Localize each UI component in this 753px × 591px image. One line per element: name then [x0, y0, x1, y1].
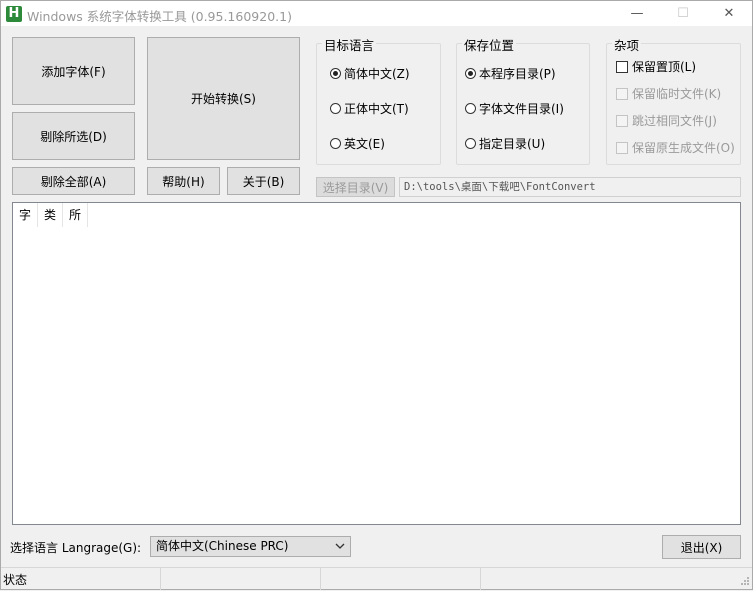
keep-on-top-checkbox[interactable]: 保留置顶(L) — [616, 58, 696, 75]
add-font-label: 添加字体(F) — [41, 64, 106, 79]
language-select-label: 选择语言 Langrage(G): — [10, 541, 142, 555]
directory-path-field: D:\tools\桌面\下载吧\FontConvert — [399, 177, 741, 197]
remove-selected-button[interactable]: 剔除所选(D) — [12, 112, 135, 160]
radio-label: 简体中文(Z) — [344, 67, 410, 81]
radio-label: 正体中文(T) — [344, 102, 409, 116]
help-label: 帮助(H) — [162, 174, 205, 189]
keep-temp-files-checkbox: 保留临时文件(K) — [616, 85, 721, 102]
radio-icon — [465, 138, 476, 149]
remove-selected-label: 剔除所选(D) — [40, 129, 107, 144]
window-title: Windows 系统字体转换工具 (0.95.160920.1) — [27, 9, 292, 24]
save-location-label: 保存位置 — [462, 35, 517, 54]
remove-all-button[interactable]: 剔除全部(A) — [12, 167, 135, 195]
radio-label: 指定目录(U) — [479, 137, 546, 151]
app-icon: H — [6, 6, 22, 22]
checkbox-label: 保留临时文件(K) — [632, 87, 722, 101]
minimize-icon[interactable]: — — [614, 1, 660, 27]
chevron-down-icon — [335, 537, 345, 556]
maximize-icon: ☐ — [677, 6, 689, 21]
font-list-view[interactable]: 字 类 所 — [12, 202, 741, 525]
radio-traditional-chinese[interactable]: 正体中文(T) — [330, 100, 409, 117]
remove-all-label: 剔除全部(A) — [40, 174, 107, 189]
target-language-label: 目标语言 — [322, 35, 377, 54]
about-label: 关于(B) — [242, 174, 285, 189]
title-bar[interactable]: H Windows 系统字体转换工具 (0.95.160920.1) — ☐ ✕ — [1, 1, 752, 26]
exit-label: 退出(X) — [680, 540, 723, 555]
checkbox-label: 跳过相同文件(J) — [632, 114, 717, 128]
radio-icon — [330, 103, 341, 114]
radio-simplified-chinese[interactable]: 简体中文(Z) — [330, 65, 410, 82]
skip-same-files-checkbox: 跳过相同文件(J) — [616, 112, 717, 129]
checkbox-label: 保留置顶(L) — [632, 60, 697, 74]
radio-icon — [330, 138, 341, 149]
help-button[interactable]: 帮助(H) — [147, 167, 220, 195]
checkbox-icon — [616, 60, 628, 73]
column-header[interactable]: 字 — [13, 203, 38, 227]
language-select[interactable]: 简体中文(Chinese PRC) — [150, 536, 351, 557]
checkbox-icon — [616, 114, 628, 127]
radio-label: 英文(E) — [344, 137, 385, 151]
start-convert-button[interactable]: 开始转换(S) — [147, 37, 300, 160]
column-header[interactable]: 类 — [38, 203, 63, 227]
choose-dir-label: 选择目录(V) — [322, 180, 389, 195]
add-font-button[interactable]: 添加字体(F) — [12, 37, 135, 105]
checkbox-icon — [616, 87, 628, 100]
status-cell — [161, 568, 321, 590]
status-cell — [321, 568, 481, 590]
radio-icon — [465, 103, 476, 114]
column-header[interactable]: 所 — [63, 203, 88, 227]
about-button[interactable]: 关于(B) — [227, 167, 300, 195]
radio-program-dir[interactable]: 本程序目录(P) — [465, 65, 556, 82]
resize-grip-icon[interactable] — [738, 576, 750, 588]
radio-font-file-dir[interactable]: 字体文件目录(I) — [465, 100, 564, 117]
status-bar: 状态 — [1, 567, 752, 590]
choose-dir-button: 选择目录(V) — [316, 177, 395, 197]
checkbox-icon — [616, 141, 628, 154]
misc-label: 杂项 — [612, 35, 642, 54]
radio-english[interactable]: 英文(E) — [330, 135, 385, 152]
radio-custom-dir[interactable]: 指定目录(U) — [465, 135, 545, 152]
start-convert-label: 开始转换(S) — [191, 92, 256, 106]
radio-label: 字体文件目录(I) — [479, 102, 564, 116]
close-icon[interactable]: ✕ — [706, 1, 752, 27]
radio-selected-icon — [330, 68, 341, 79]
status-cell — [1, 568, 161, 590]
exit-button[interactable]: 退出(X) — [662, 535, 741, 559]
checkbox-label: 保留原生成文件(O) — [632, 141, 735, 155]
radio-selected-icon — [465, 68, 476, 79]
language-select-value: 简体中文(Chinese PRC) — [156, 539, 289, 553]
radio-label: 本程序目录(P) — [479, 67, 556, 81]
keep-original-output-checkbox: 保留原生成文件(O) — [616, 139, 735, 156]
